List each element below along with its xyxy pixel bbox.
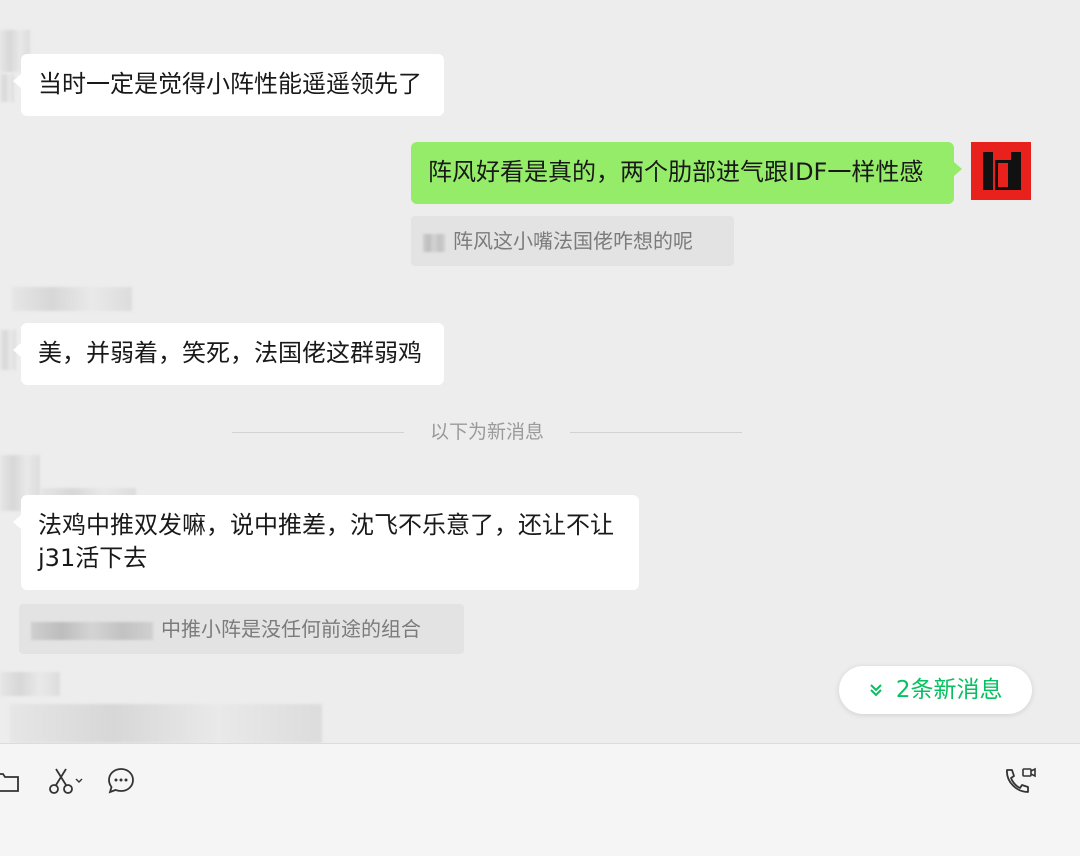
folder-icon[interactable]	[0, 766, 22, 796]
message-text: 当时一定是觉得小阵性能遥遥领先了	[38, 70, 422, 98]
message-bubble-incoming[interactable]: 美，并弱着，笑死，法国佬这群弱鸡	[13, 323, 444, 385]
quoted-message[interactable]: 阵风这小嘴法国佬咋想的呢	[411, 216, 734, 266]
quote-text: 阵风这小嘴法国佬咋想的呢	[453, 229, 693, 253]
new-messages-divider: 以下为新消息	[232, 420, 742, 444]
chat-bubble-icon[interactable]	[106, 766, 136, 796]
image-message-blurred[interactable]	[10, 704, 322, 743]
input-toolbar	[0, 743, 1080, 856]
chat-area: 当时一定是觉得小阵性能遥遥领先了 阵风好看是真的，两个肋部进气跟IDF一样性感 …	[0, 0, 1080, 743]
double-chevron-down-icon	[868, 680, 889, 700]
sender-name-blurred	[12, 287, 132, 311]
quote-sender-blurred	[423, 233, 445, 252]
avatar-self[interactable]	[971, 142, 1031, 200]
new-messages-label: 2条新消息	[895, 677, 1003, 703]
quoted-message[interactable]: 中推小阵是没任何前途的组合	[19, 604, 464, 654]
quote-sender-blurred	[31, 621, 153, 640]
message-bubble-incoming[interactable]: 当时一定是觉得小阵性能遥遥领先了	[13, 54, 444, 116]
scissors-icon[interactable]	[48, 766, 88, 796]
sender-name-blurred	[0, 672, 60, 696]
quote-text: 中推小阵是没任何前途的组合	[161, 617, 421, 641]
message-bubble-incoming[interactable]: 法鸡中推双发嘛，说中推差，沈飞不乐意了，还让不让j31活下去	[13, 495, 639, 590]
message-bubble-outgoing[interactable]: 阵风好看是真的，两个肋部进气跟IDF一样性感	[411, 142, 962, 204]
new-messages-button[interactable]: 2条新消息	[839, 666, 1032, 714]
message-text: 阵风好看是真的，两个肋部进气跟IDF一样性感	[428, 158, 924, 186]
avatar-blurred[interactable]	[0, 74, 14, 102]
video-call-icon[interactable]	[1002, 766, 1038, 796]
message-text: 法鸡中推双发嘛，说中推差，沈飞不乐意了，还让不让j31活下去	[38, 511, 614, 572]
message-text: 美，并弱着，笑死，法国佬这群弱鸡	[38, 339, 422, 367]
